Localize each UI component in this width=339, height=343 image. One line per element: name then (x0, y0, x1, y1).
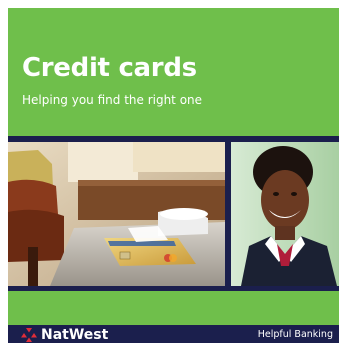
banker-photo (231, 142, 339, 286)
brand-tagline: Helpful Banking (257, 329, 333, 340)
header-panel: Credit cards Helping you find the right … (8, 8, 339, 136)
credit-card-photo (8, 142, 225, 286)
natwest-logo: NatWest (21, 327, 108, 343)
natwest-logo-icon (21, 328, 37, 342)
brochure-cover: Credit cards Helping you find the right … (8, 8, 339, 343)
page-subtitle: Helping you find the right one (22, 93, 203, 107)
brand-name: NatWest (41, 327, 109, 343)
green-divider-strip (8, 291, 339, 325)
page-title: Credit cards (22, 53, 197, 83)
